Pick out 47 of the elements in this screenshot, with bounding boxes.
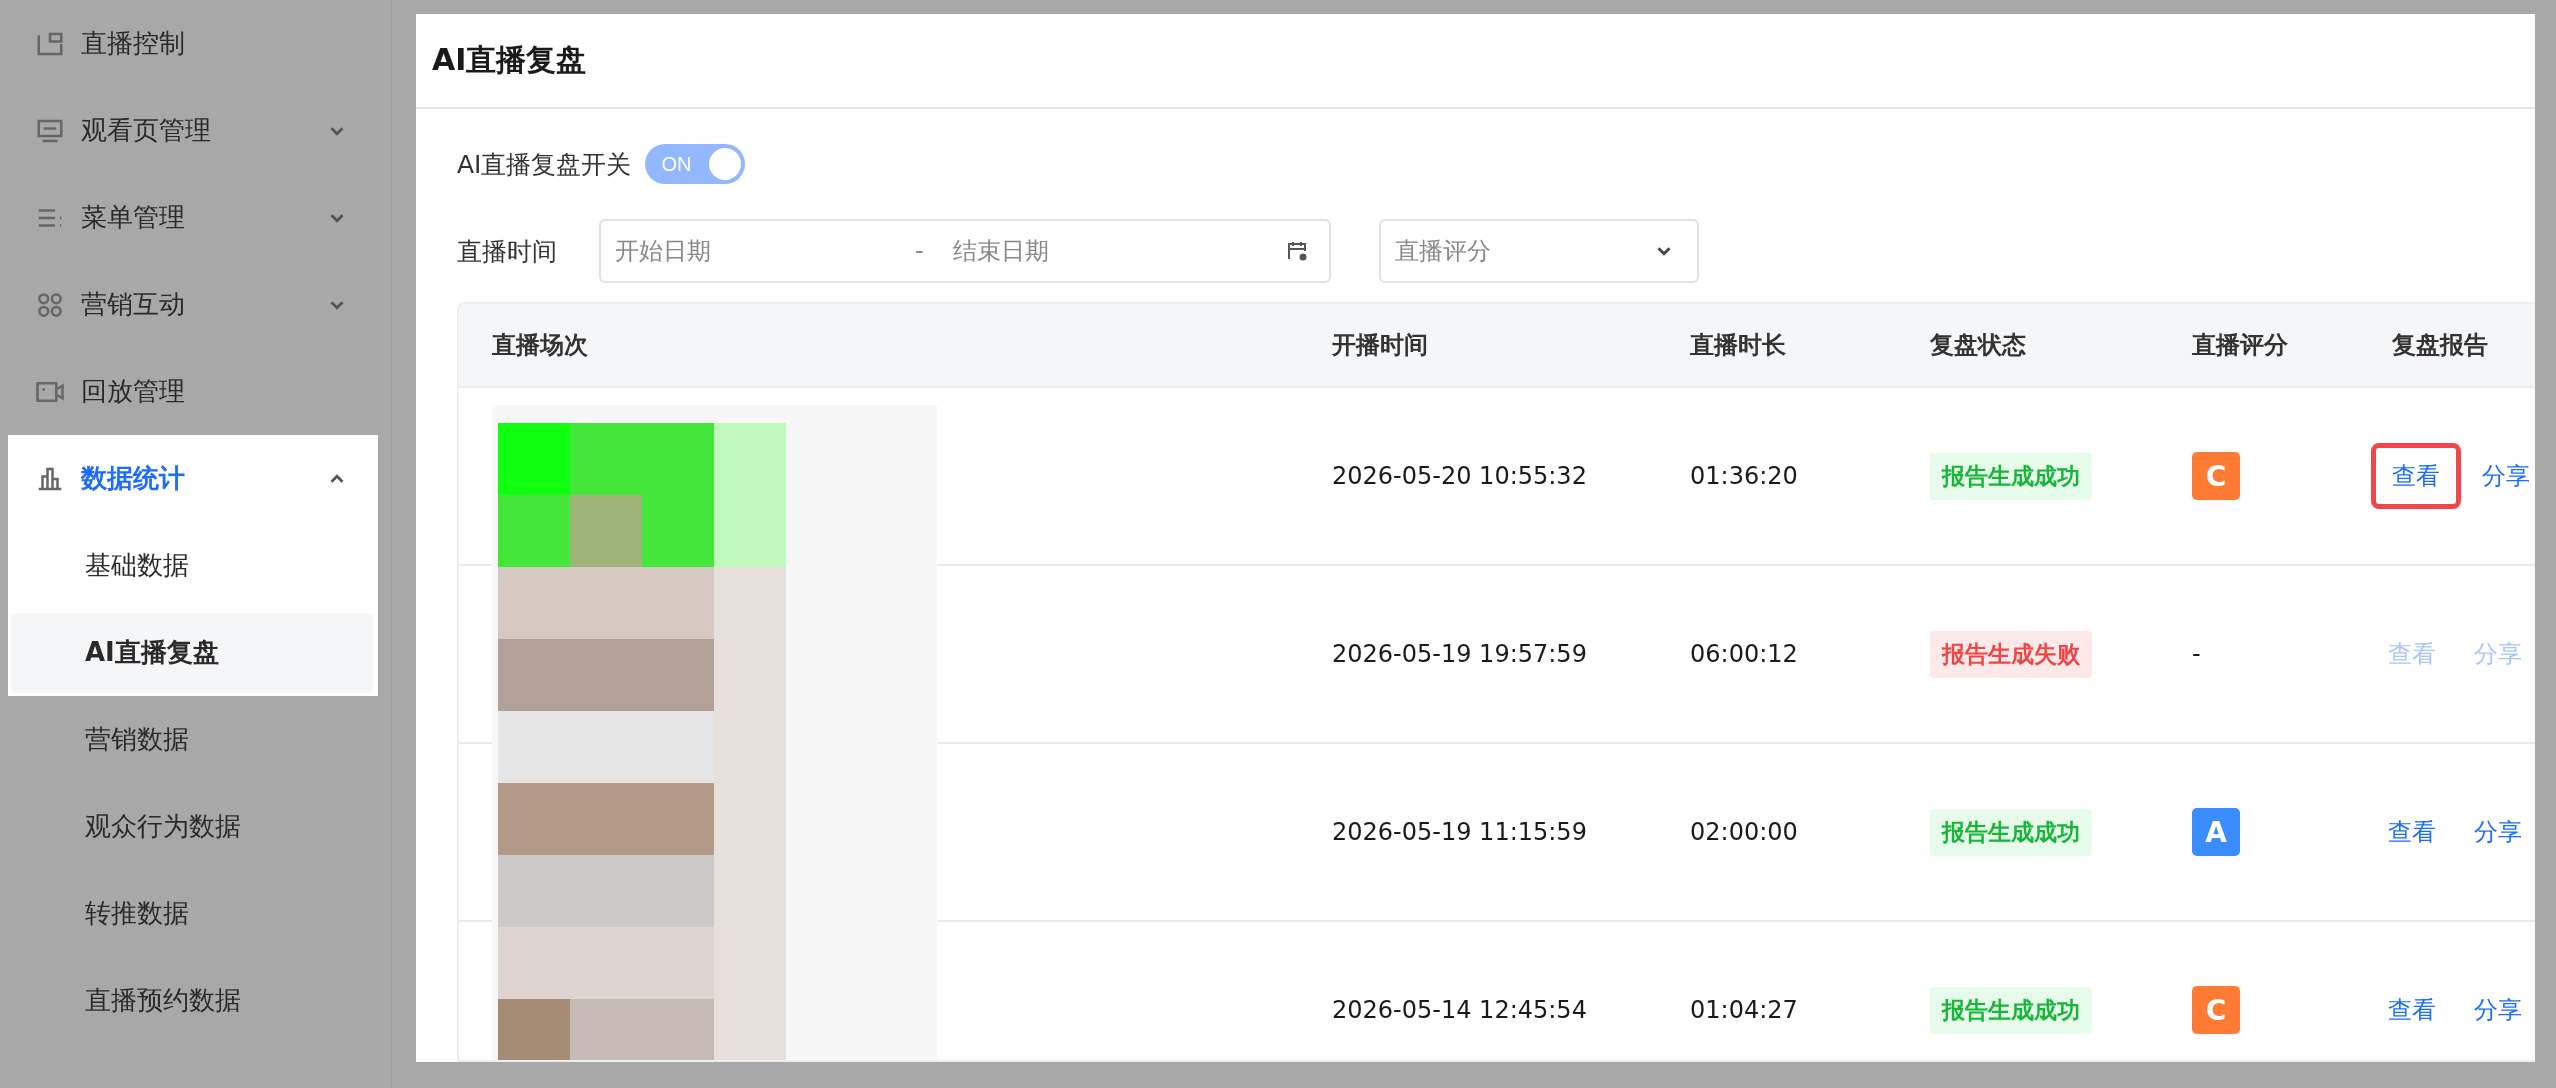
grade-badge: C bbox=[2192, 452, 2240, 500]
action-link[interactable]: 分享 bbox=[2457, 977, 2535, 1043]
column-header: 直播场次 bbox=[491, 330, 589, 361]
status-tag: 报告生成成功 bbox=[1930, 452, 2092, 500]
page-title: AI直播复盘 bbox=[432, 41, 587, 79]
date-range-field[interactable]: 开始日期 - 结束日期 bbox=[599, 219, 1331, 283]
status-tag: 报告生成失败 bbox=[1930, 630, 2092, 678]
sidebar-item[interactable]: 菜单管理 bbox=[8, 174, 378, 261]
score-select[interactable]: 直播评分 bbox=[1379, 219, 1699, 283]
table-cell: 02:00:00 bbox=[1690, 818, 1798, 846]
column-header: 复盘报告 bbox=[2391, 330, 2489, 361]
sidebar-subitem[interactable]: 观众行为数据 bbox=[11, 786, 373, 867]
status-tag: 报告生成成功 bbox=[1930, 986, 2092, 1034]
table-cell: 01:04:27 bbox=[1690, 996, 1798, 1024]
table-cell: - bbox=[2192, 640, 2201, 668]
sidebar-item[interactable]: 数据统计 bbox=[8, 435, 378, 522]
switch-label: AI直播复盘开关 bbox=[457, 148, 632, 181]
sidebar-subitem[interactable]: 直播预约数据 bbox=[11, 960, 373, 1041]
sidebar-item[interactable]: 回放管理 bbox=[8, 348, 378, 435]
table-cell: 2026-05-14 12:45:54 bbox=[1332, 996, 1587, 1024]
end-date-input[interactable]: 结束日期 bbox=[953, 237, 1253, 265]
table-cell: 2026-05-19 11:15:59 bbox=[1332, 818, 1587, 846]
filter-label: 直播时间 bbox=[457, 235, 558, 268]
start-date-input[interactable]: 开始日期 bbox=[615, 237, 915, 265]
table-cell: 06:00:12 bbox=[1690, 640, 1798, 668]
grade-badge: C bbox=[2192, 986, 2240, 1034]
action-link[interactable]: 分享 bbox=[2465, 443, 2535, 509]
column-header: 开播时间 bbox=[1331, 330, 1429, 361]
sidebar-item[interactable]: 直播控制 bbox=[8, 0, 378, 87]
column-header: 直播时长 bbox=[1689, 330, 1787, 361]
status-tag: 报告生成成功 bbox=[1930, 808, 2092, 856]
column-header: 直播评分 bbox=[2191, 330, 2289, 361]
table-cell: 2026-05-19 19:57:59 bbox=[1332, 640, 1587, 668]
calendar-icon bbox=[1285, 239, 1309, 263]
table-cell: 01:36:20 bbox=[1690, 462, 1798, 490]
sidebar-subitem[interactable]: 营销数据 bbox=[11, 699, 373, 780]
sidebar-item[interactable]: 营销互动 bbox=[8, 261, 378, 348]
table-cell: 2026-05-20 10:55:32 bbox=[1332, 462, 1587, 490]
sidebar-subitem[interactable]: 转推数据 bbox=[11, 873, 373, 954]
action-link[interactable]: 分享 bbox=[2457, 799, 2535, 865]
action-link[interactable]: 查看 bbox=[2371, 977, 2453, 1043]
column-header: 复盘状态 bbox=[1929, 330, 2027, 361]
action-link[interactable]: 查看 bbox=[2371, 443, 2461, 509]
sidebar-item[interactable]: 观看页管理 bbox=[8, 87, 378, 174]
action-link[interactable]: 查看 bbox=[2371, 799, 2453, 865]
sidebar-subitem[interactable]: AI直播复盘 bbox=[11, 612, 373, 693]
grade-badge: A bbox=[2192, 808, 2240, 856]
